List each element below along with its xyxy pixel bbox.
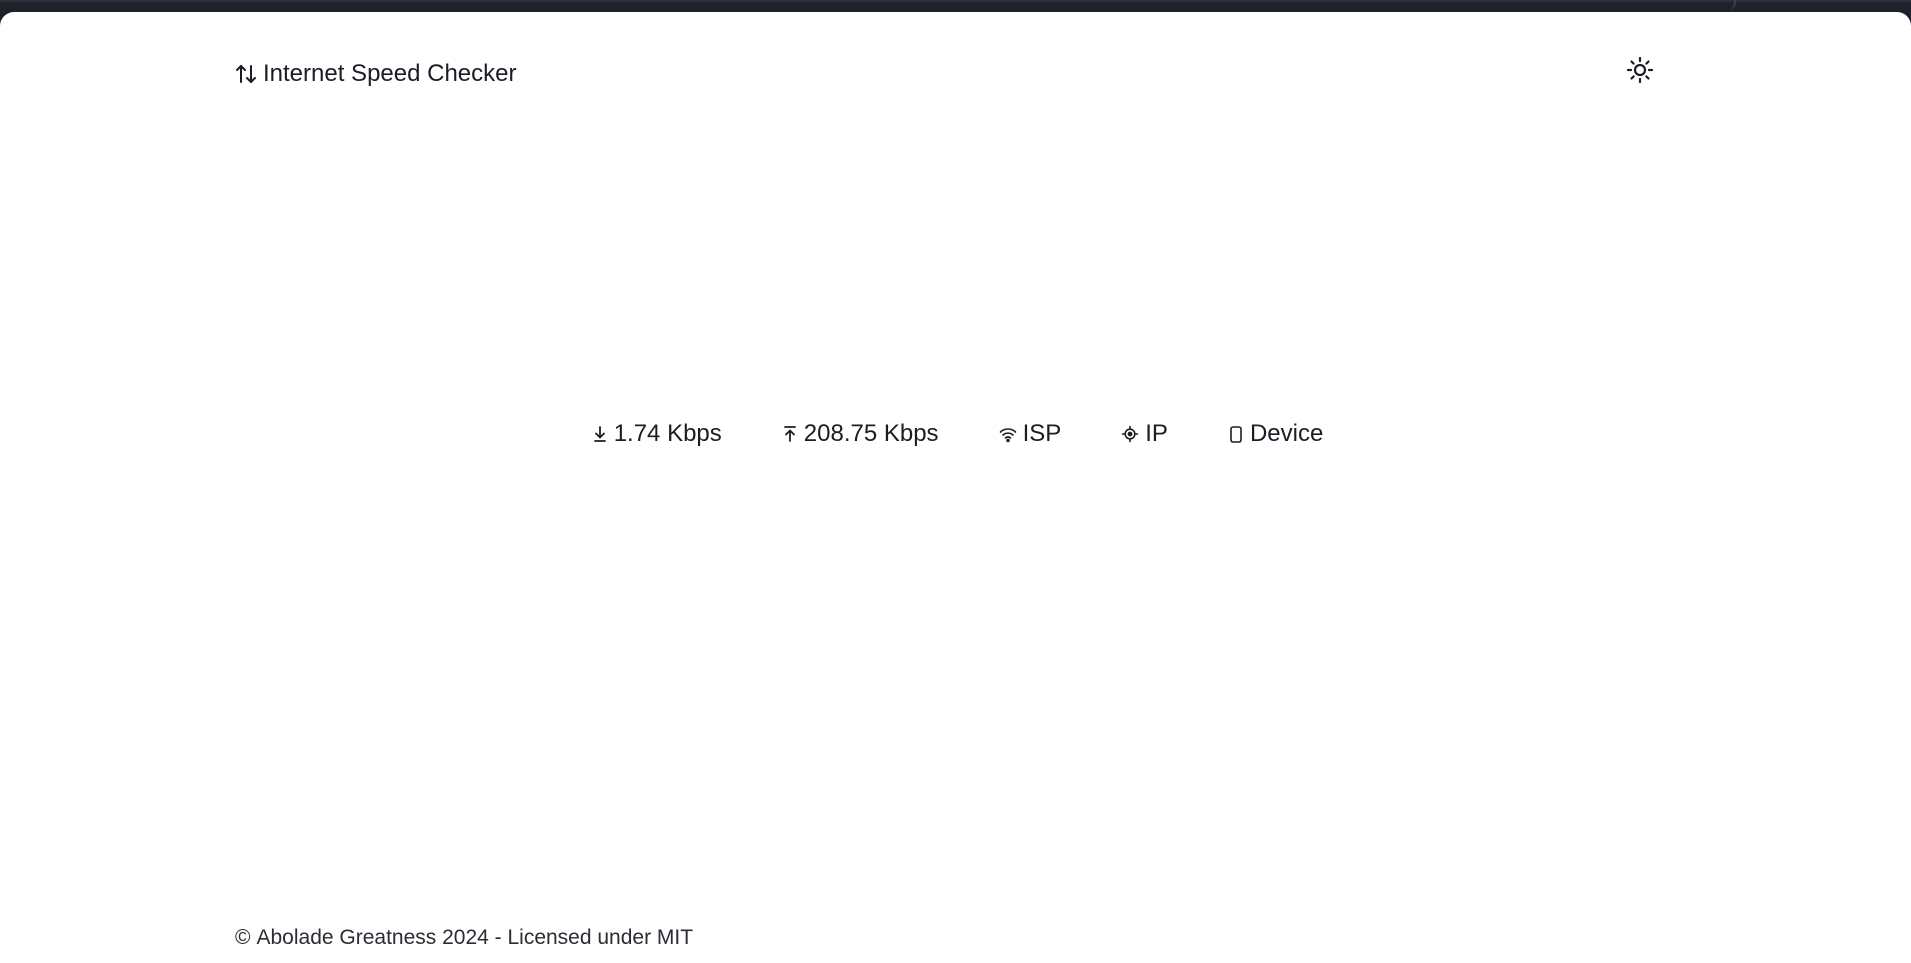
- arrows-up-down-icon: [235, 62, 257, 86]
- speed-stats: 1.74 Kbps 208.75 Kbps ISP IP Device: [0, 420, 1911, 448]
- footer-text: Abolade Greatness 2024 - Licensed under …: [256, 926, 694, 949]
- device-label: Device: [1249, 420, 1324, 447]
- page: Internet Speed Checker 1.74 Kbps 208.75 …: [0, 12, 1911, 963]
- chrome-notch: [1720, 0, 1736, 10]
- ip-stat: IP: [1121, 420, 1168, 448]
- device-icon: [1228, 424, 1244, 444]
- device-stat: Device: [1228, 420, 1323, 448]
- upload-speed: 208.75 Kbps: [803, 420, 939, 447]
- chrome-line: [0, 0, 1911, 2]
- sun-icon: [1626, 56, 1654, 89]
- location-target-icon: [1121, 424, 1139, 444]
- theme-toggle-button[interactable]: [1625, 56, 1655, 89]
- upload-stat: 208.75 Kbps: [782, 420, 939, 448]
- download-icon: [592, 424, 608, 444]
- download-speed: 1.74 Kbps: [613, 420, 722, 447]
- isp-stat: ISP: [999, 420, 1062, 448]
- app-title: Internet Speed Checker: [263, 60, 517, 87]
- copyright-symbol: ©: [235, 926, 251, 949]
- download-stat: 1.74 Kbps: [592, 420, 722, 448]
- footer: © Abolade Greatness 2024 - Licensed unde…: [235, 926, 693, 950]
- isp-label: ISP: [1022, 420, 1062, 447]
- upload-icon: [782, 424, 798, 444]
- ip-label: IP: [1145, 420, 1168, 447]
- wifi-icon: [999, 424, 1017, 444]
- app-header: Internet Speed Checker: [235, 60, 517, 88]
